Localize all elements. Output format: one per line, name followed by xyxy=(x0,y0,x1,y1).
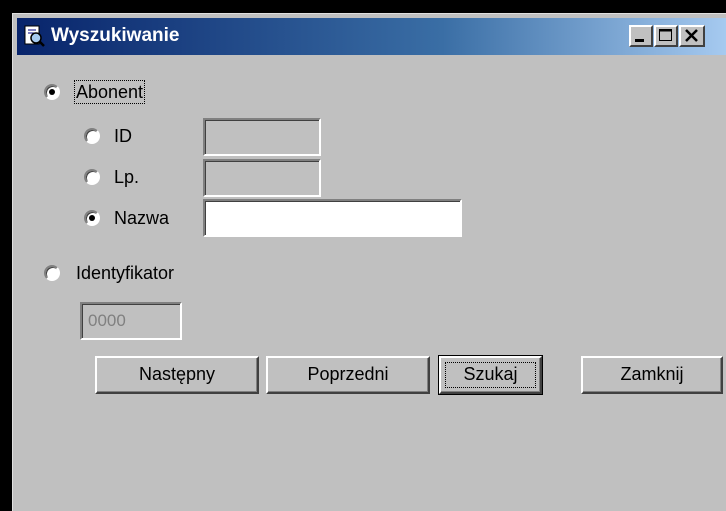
search-button[interactable]: Szukaj xyxy=(438,355,543,395)
radio-nazwa[interactable] xyxy=(84,210,100,226)
minimize-icon xyxy=(635,39,644,42)
radio-identyfikator-label[interactable]: Identyfikator xyxy=(76,262,174,284)
lp-input[interactable] xyxy=(205,161,319,195)
window-title: Wyszukiwanie xyxy=(51,25,180,46)
magnifier-document-icon xyxy=(24,25,45,47)
minimize-button[interactable] xyxy=(629,25,653,47)
radio-lp[interactable] xyxy=(84,169,100,185)
radio-abonent-label[interactable]: Abonent xyxy=(73,80,146,104)
title-bar[interactable]: Wyszukiwanie xyxy=(17,18,726,55)
close-button[interactable]: Zamknij xyxy=(581,356,723,394)
radio-lp-label[interactable]: Lp. xyxy=(114,166,139,188)
maximize-icon xyxy=(659,29,672,41)
id-field[interactable] xyxy=(203,118,321,156)
identyfikator-input[interactable] xyxy=(82,304,180,338)
nazwa-field[interactable] xyxy=(203,199,462,237)
close-icon xyxy=(685,29,698,42)
radio-identyfikator[interactable] xyxy=(44,265,60,281)
previous-button[interactable]: Poprzedni xyxy=(266,356,430,394)
nazwa-input[interactable] xyxy=(205,201,460,235)
close-window-button[interactable] xyxy=(679,25,705,47)
radio-id[interactable] xyxy=(84,128,100,144)
identyfikator-field[interactable] xyxy=(80,302,182,340)
radio-nazwa-label[interactable]: Nazwa xyxy=(114,207,169,229)
radio-abonent[interactable] xyxy=(44,84,60,100)
maximize-button[interactable] xyxy=(654,25,678,47)
lp-field[interactable] xyxy=(203,159,321,197)
id-input[interactable] xyxy=(205,120,319,154)
next-button[interactable]: Następny xyxy=(95,356,259,394)
radio-id-label[interactable]: ID xyxy=(114,125,132,147)
